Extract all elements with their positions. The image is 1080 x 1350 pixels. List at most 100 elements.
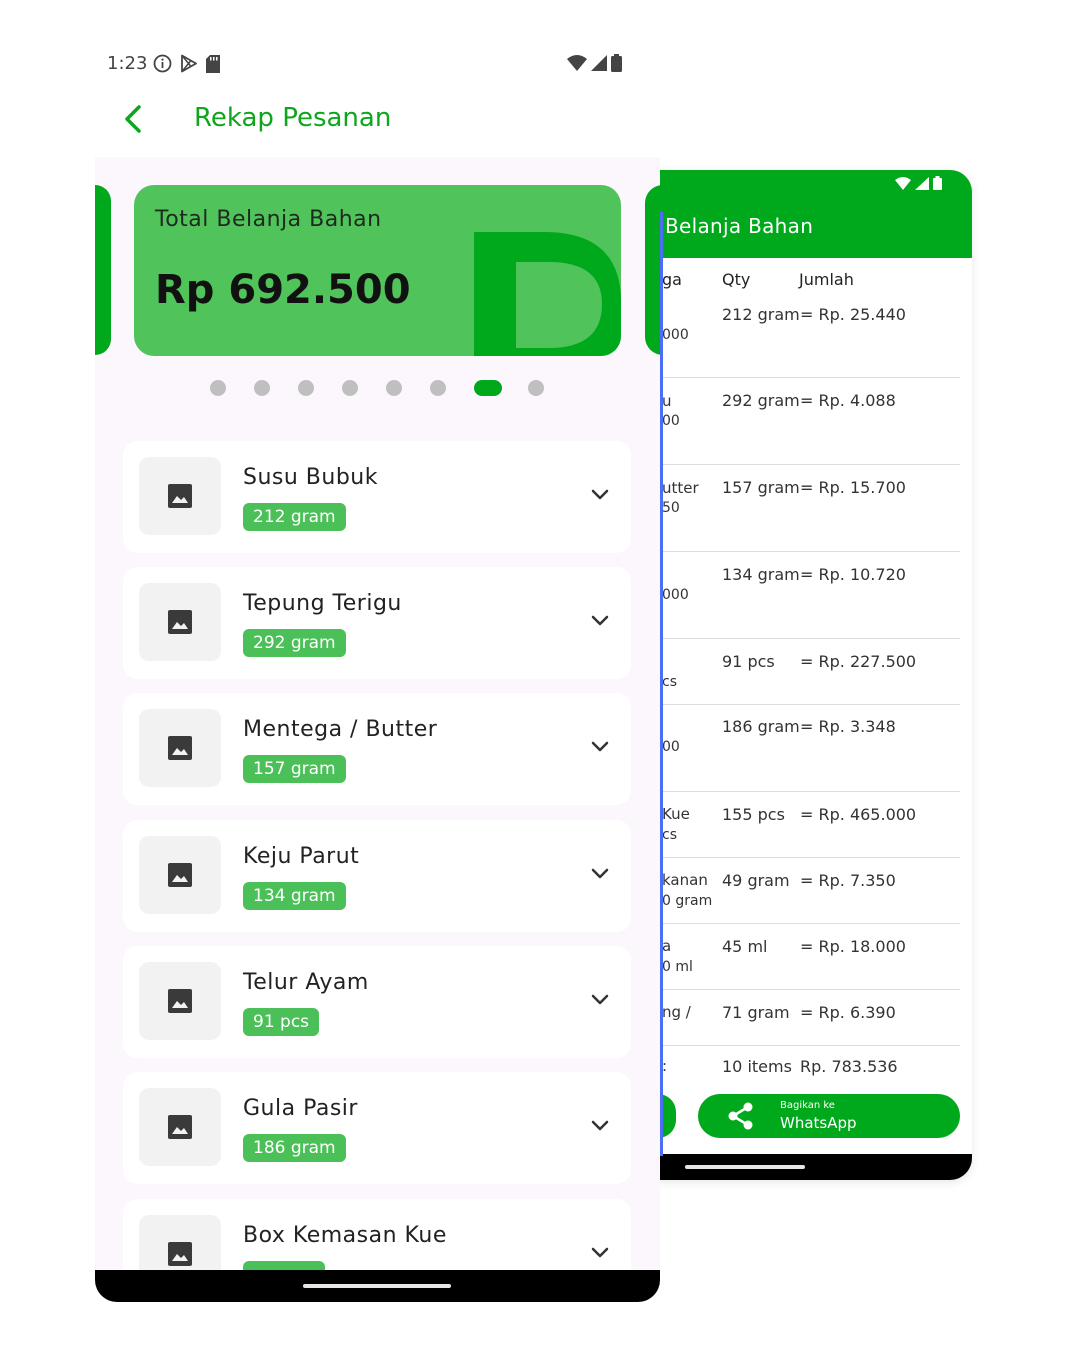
column-header-amount: Jumlah	[799, 270, 854, 289]
carousel-card-previous[interactable]	[95, 185, 111, 355]
row-qty: 71 gram	[722, 1003, 790, 1022]
row-sub: 50	[662, 500, 680, 516]
image-placeholder-icon	[168, 1115, 192, 1139]
list-item[interactable]: Keju Parut 134 gram	[123, 820, 631, 932]
row-amount: = Rp. 4.088	[800, 391, 896, 410]
item-qty-badge: 186 gram	[243, 1134, 346, 1162]
table-row: u 292 gram = Rp. 4.088 00	[660, 378, 960, 465]
decorative-shape-icon	[474, 232, 621, 356]
wifi-icon	[895, 176, 911, 190]
table-row: ng / 71 gram = Rp. 6.390	[660, 990, 960, 1046]
table-row: 186 gram = Rp. 3.348 00	[660, 705, 960, 792]
status-bar: 1:23	[95, 47, 660, 81]
item-name: Telur Ayam	[243, 970, 369, 995]
table-row: 91 pcs = Rp. 227.500 cs	[660, 639, 960, 705]
row-amount: = Rp. 15.700	[800, 478, 906, 497]
chevron-down-icon[interactable]	[591, 615, 609, 627]
column-header-price: ga	[662, 270, 682, 289]
row-name: ng /	[662, 1003, 691, 1021]
pagination-dot[interactable]	[528, 380, 544, 396]
wifi-icon	[567, 55, 587, 71]
row-sub: cs	[662, 674, 677, 690]
chevron-down-icon[interactable]	[591, 868, 609, 880]
item-name: Keju Parut	[243, 844, 360, 869]
pagination-dot[interactable]	[430, 380, 446, 396]
image-placeholder-icon	[168, 989, 192, 1013]
chevron-left-icon[interactable]	[119, 103, 149, 135]
share-icon	[728, 1102, 753, 1130]
item-thumbnail	[139, 457, 221, 535]
battery-icon	[611, 54, 622, 72]
home-indicator[interactable]	[303, 1284, 451, 1288]
signal-icon	[915, 176, 929, 190]
status-icons-left	[153, 54, 220, 73]
row-amount: = Rp. 7.350	[800, 871, 896, 890]
item-thumbnail	[139, 583, 221, 661]
row-amount: = Rp. 227.500	[800, 652, 917, 671]
row-sub: 00	[662, 739, 680, 755]
signal-icon	[591, 55, 607, 71]
pagination-dot-active[interactable]	[474, 380, 502, 396]
item-thumbnail	[139, 1088, 221, 1166]
table-row: Kue 155 pcs = Rp. 465.000 cs	[660, 792, 960, 858]
battery-icon	[933, 176, 942, 190]
item-qty-badge: 91 pcs	[243, 1008, 320, 1036]
table-row: 134 gram = Rp. 10.720 000	[660, 552, 960, 639]
pagination-dot[interactable]	[342, 380, 358, 396]
row-amount: = Rp. 18.000	[800, 937, 906, 956]
total-items: 10 items	[722, 1057, 792, 1076]
image-placeholder-icon	[168, 736, 192, 760]
pagination-dot[interactable]	[298, 380, 314, 396]
list-item[interactable]: Susu Bubuk 212 gram	[123, 441, 631, 553]
app-bar: Rekap Pesanan	[95, 81, 660, 157]
row-amount: = Rp. 10.720	[800, 565, 906, 584]
item-name: Susu Bubuk	[243, 465, 378, 490]
list-item[interactable]: Telur Ayam 91 pcs	[123, 946, 631, 1058]
row-name: u	[662, 392, 672, 410]
share-whatsapp-button[interactable]: Bagikan ke WhatsApp	[698, 1094, 960, 1138]
list-item[interactable]: Tepung Terigu 292 gram	[123, 567, 631, 679]
item-qty-badge: 212 gram	[243, 503, 346, 531]
info-icon	[153, 54, 172, 73]
row-name: kanan	[662, 871, 708, 889]
status-icons-right	[567, 54, 622, 72]
pagination-dot[interactable]	[210, 380, 226, 396]
item-name: Gula Pasir	[243, 1096, 358, 1121]
row-amount: = Rp. 6.390	[800, 1003, 896, 1022]
row-sub: 00	[662, 413, 680, 429]
page-title: Rekap Pesanan	[194, 103, 392, 133]
chevron-down-icon[interactable]	[591, 994, 609, 1006]
list-item[interactable]: Gula Pasir 186 gram	[123, 1072, 631, 1184]
chevron-down-icon[interactable]	[591, 1120, 609, 1132]
row-sub: 0 gram	[662, 893, 713, 909]
row-sub: cs	[662, 827, 677, 843]
row-qty: 157 gram	[722, 478, 800, 497]
summary-label: Total Belanja Bahan	[155, 207, 382, 232]
share-button-caption: Bagikan ke	[780, 1100, 835, 1111]
navigation-bar	[95, 1270, 660, 1302]
carousel-card-next[interactable]	[645, 185, 660, 355]
row-qty: 292 gram	[722, 391, 800, 410]
home-indicator[interactable]	[685, 1165, 805, 1169]
image-placeholder-icon	[168, 1242, 192, 1266]
row-amount: = Rp. 25.440	[800, 305, 906, 324]
image-placeholder-icon	[168, 610, 192, 634]
chevron-down-icon[interactable]	[591, 741, 609, 753]
status-time: 1:23	[107, 53, 148, 74]
image-placeholder-icon	[168, 484, 192, 508]
image-placeholder-icon	[168, 863, 192, 887]
item-thumbnail	[139, 709, 221, 787]
item-qty-badge: 134 gram	[243, 882, 346, 910]
row-qty: 186 gram	[722, 717, 800, 736]
back-status-icons	[895, 176, 942, 190]
chevron-down-icon[interactable]	[591, 1247, 609, 1259]
item-name: Mentega / Butter	[243, 717, 438, 742]
list-item[interactable]: Mentega / Butter 157 gram	[123, 693, 631, 805]
pagination-dot[interactable]	[386, 380, 402, 396]
pagination-dot[interactable]	[254, 380, 270, 396]
scroll-indicator	[660, 212, 663, 1156]
chevron-down-icon[interactable]	[591, 489, 609, 501]
total-summary-card[interactable]: Total Belanja Bahan Rp 692.500	[134, 185, 621, 356]
table-row: a 45 ml = Rp. 18.000 0 ml	[660, 924, 960, 990]
row-amount: = Rp. 465.000	[800, 805, 917, 824]
